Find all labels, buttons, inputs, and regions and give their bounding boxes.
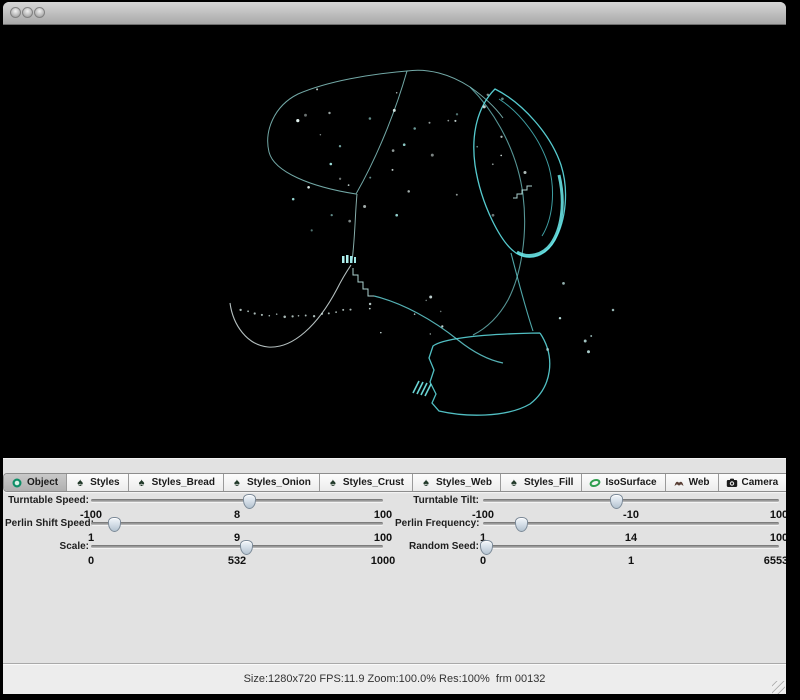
tab-label: Styles_Crust bbox=[343, 477, 404, 488]
slider-label: Random Seed: bbox=[395, 541, 479, 552]
tab-camera[interactable]: Camera bbox=[719, 474, 786, 491]
tab-label: Object bbox=[27, 477, 58, 488]
close-button[interactable] bbox=[10, 7, 21, 18]
spade-icon: ♠ bbox=[327, 477, 339, 489]
random-seed-slider[interactable] bbox=[483, 545, 779, 548]
tab-styles-web[interactable]: ♠ Styles_Web bbox=[413, 474, 501, 491]
title-bar[interactable] bbox=[3, 2, 786, 25]
tab-label: Styles_Onion bbox=[247, 477, 311, 488]
status-bar: Size:1280x720 FPS:11.9 Zoom:100.0% Res:1… bbox=[3, 663, 786, 694]
tab-label: Web bbox=[689, 477, 710, 488]
tab-isosurface[interactable]: IsoSurface bbox=[582, 474, 665, 491]
particle-render bbox=[3, 25, 786, 458]
tab-styles-crust[interactable]: ♠ Styles_Crust bbox=[320, 474, 413, 491]
tab-label: Styles_Fill bbox=[524, 477, 573, 488]
spade-icon: ♠ bbox=[508, 477, 520, 489]
spade-icon: ♠ bbox=[231, 477, 243, 489]
min-value: 0 bbox=[480, 555, 486, 567]
spade-icon: ♠ bbox=[136, 477, 148, 489]
slider-thumb[interactable] bbox=[480, 540, 493, 555]
slider-row-turntable-tilt: Turntable Tilt: bbox=[3, 493, 786, 507]
zoom-button[interactable] bbox=[34, 7, 45, 18]
app-window: Object ♠ Styles ♠ Styles_Bread ♠ Styles_… bbox=[3, 2, 786, 694]
spade-icon: ♠ bbox=[74, 477, 86, 489]
max-value: 1000 bbox=[371, 555, 395, 567]
current-value: 1 bbox=[628, 555, 634, 567]
camera-icon bbox=[726, 477, 738, 489]
slider-values: 0 1 65535 bbox=[483, 555, 779, 569]
slider-label: Perlin Frequency: bbox=[395, 518, 479, 529]
tab-styles-bread[interactable]: ♠ Styles_Bread bbox=[129, 474, 224, 491]
loop-icon bbox=[589, 477, 601, 489]
current-value: 532 bbox=[228, 555, 246, 567]
slider-thumb[interactable] bbox=[515, 517, 528, 532]
slider-values: 0 532 1000 bbox=[91, 555, 383, 569]
min-value: 0 bbox=[88, 555, 94, 567]
tab-object[interactable]: Object bbox=[4, 474, 67, 491]
hatch-glyph bbox=[413, 381, 431, 396]
tab-label: IsoSurface bbox=[605, 477, 656, 488]
slider-row-perlin-frequency: Perlin Frequency: bbox=[3, 516, 786, 530]
slider-thumb[interactable] bbox=[610, 494, 623, 509]
turntable-tilt-slider[interactable] bbox=[483, 499, 779, 502]
control-panel: Object ♠ Styles ♠ Styles_Bread ♠ Styles_… bbox=[3, 458, 786, 694]
perlin-frequency-slider[interactable] bbox=[483, 522, 779, 525]
slider-label: Turntable Tilt: bbox=[395, 495, 479, 506]
ring-icon bbox=[11, 477, 23, 489]
max-value: 65535 bbox=[764, 555, 786, 567]
slider-row-random-seed: Random Seed: bbox=[3, 539, 786, 553]
tab-styles[interactable]: ♠ Styles bbox=[67, 474, 128, 491]
tab-label: Styles bbox=[90, 477, 119, 488]
tab-styles-fill[interactable]: ♠ Styles_Fill bbox=[501, 474, 582, 491]
tab-label: Camera bbox=[742, 477, 779, 488]
resize-grip-icon[interactable] bbox=[772, 681, 785, 694]
moth-icon bbox=[673, 477, 685, 489]
tab-web[interactable]: Web bbox=[666, 474, 719, 491]
status-text: Size:1280x720 FPS:11.9 Zoom:100.0% Res:1… bbox=[3, 673, 786, 685]
tab-strip: Object ♠ Styles ♠ Styles_Bread ♠ Styles_… bbox=[3, 473, 786, 494]
tab-styles-onion[interactable]: ♠ Styles_Onion bbox=[224, 474, 320, 491]
viewport[interactable] bbox=[3, 25, 786, 458]
minimize-button[interactable] bbox=[22, 7, 33, 18]
tab-label: Styles_Web bbox=[436, 477, 492, 488]
spade-icon: ♠ bbox=[420, 477, 432, 489]
tab-label: Styles_Bread bbox=[152, 477, 215, 488]
